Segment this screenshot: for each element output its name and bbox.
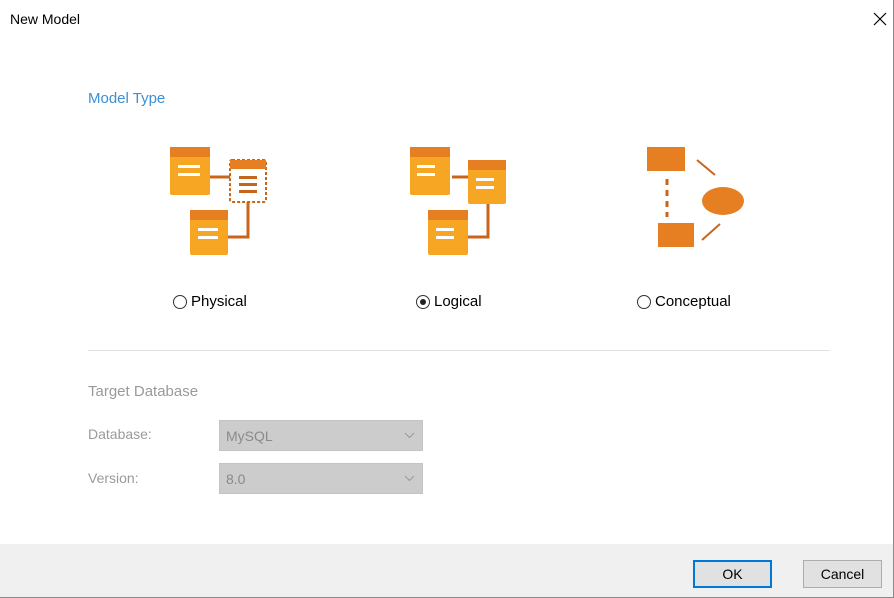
close-icon (873, 12, 887, 26)
ok-button[interactable]: OK (693, 560, 772, 588)
conceptual-radio-label: Conceptual (655, 293, 731, 310)
physical-model-icon[interactable] (168, 145, 268, 255)
logical-model-icon[interactable] (410, 145, 510, 255)
logical-radio-label: Logical (434, 293, 482, 310)
chevron-down-icon (404, 432, 415, 439)
target-database-heading: Target Database (88, 383, 199, 400)
version-select[interactable]: 8.0 (219, 463, 423, 494)
version-select-value: 8.0 (226, 471, 246, 487)
database-select-value: MySQL (226, 428, 273, 444)
database-label: Database: (88, 426, 152, 442)
database-select[interactable]: MySQL (219, 420, 423, 451)
section-divider (88, 350, 830, 351)
physical-radio-label: Physical (191, 293, 247, 310)
version-label: Version: (88, 470, 139, 486)
physical-radio[interactable]: Physical (173, 293, 247, 310)
dialog-title: New Model (10, 11, 81, 27)
physical-radio-circle[interactable] (173, 294, 187, 309)
new-model-dialog: New Model Model Type Physical Logical Co… (0, 0, 894, 598)
close-button[interactable] (867, 6, 893, 32)
conceptual-radio-circle[interactable] (637, 294, 651, 309)
conceptual-radio[interactable]: Conceptual (637, 293, 731, 310)
logical-radio-circle[interactable] (416, 294, 430, 309)
conceptual-model-icon[interactable] (640, 145, 750, 255)
logical-radio[interactable]: Logical (416, 293, 482, 310)
cancel-button[interactable]: Cancel (803, 560, 882, 588)
title-bar: New Model (0, 0, 893, 38)
chevron-down-icon (404, 475, 415, 482)
model-type-heading: Model Type (88, 90, 166, 107)
